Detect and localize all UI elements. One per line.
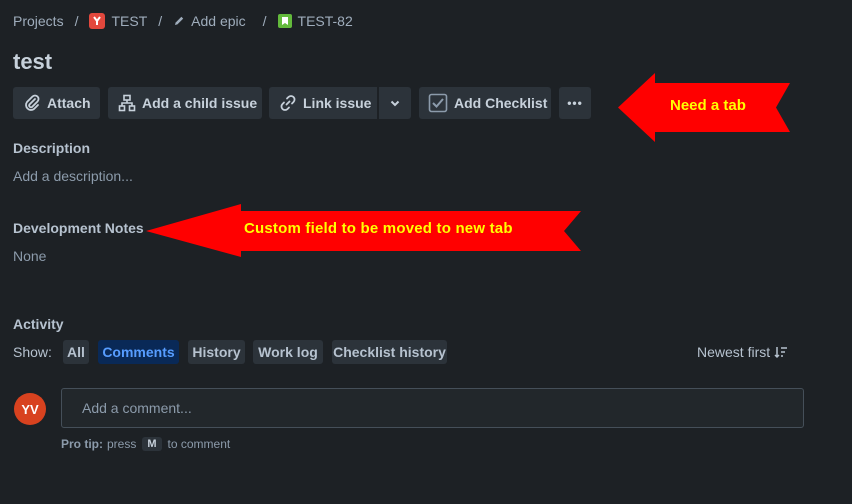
description-label: Description <box>13 140 91 156</box>
show-label: Show: <box>13 344 52 360</box>
add-child-issue-button[interactable]: Add a child issue <box>108 87 262 119</box>
breadcrumb-issue[interactable]: TEST-82 <box>277 13 353 29</box>
paperclip-icon <box>25 94 40 111</box>
more-actions-button[interactable]: ••• <box>559 87 591 119</box>
breadcrumb-epic-label: Add epic <box>191 13 246 29</box>
link-issue-dropdown[interactable] <box>379 87 411 119</box>
filter-all[interactable]: All <box>63 340 89 364</box>
breadcrumb-separator: / <box>262 13 267 29</box>
chevron-down-icon <box>390 100 400 107</box>
sort-toggle[interactable]: Newest first <box>697 344 788 360</box>
checklist-icon <box>428 93 448 113</box>
add-child-label: Add a child issue <box>142 95 258 111</box>
pro-tip-suffix: to comment <box>167 437 231 451</box>
dev-notes-value[interactable]: None <box>13 248 46 264</box>
filter-comments[interactable]: Comments <box>98 340 179 364</box>
filter-history[interactable]: History <box>188 340 245 364</box>
annotation-tab-note: Need a tab <box>670 97 746 114</box>
breadcrumb: Projects / TEST / Add epic / TEST-82 <box>13 12 353 30</box>
link-issue-button[interactable]: Link issue <box>269 87 377 119</box>
link-icon <box>280 95 296 111</box>
breadcrumb-separator: / <box>158 13 163 29</box>
add-checklist-label: Add Checklist <box>454 95 548 111</box>
attach-label: Attach <box>47 95 91 111</box>
filter-checklist-history[interactable]: Checklist history <box>332 340 447 364</box>
attach-button[interactable]: Attach <box>13 87 100 119</box>
sort-icon <box>774 347 788 359</box>
add-checklist-button[interactable]: Add Checklist <box>419 87 551 119</box>
breadcrumb-separator: / <box>74 13 79 29</box>
issue-title[interactable]: test <box>13 49 52 75</box>
shortcut-key: M <box>142 437 162 451</box>
breadcrumb-add-epic[interactable]: Add epic <box>173 13 246 29</box>
description-placeholder[interactable]: Add a description... <box>13 168 133 184</box>
annotation-field-note: Custom field to be moved to new tab <box>244 220 513 237</box>
sort-label: Newest first <box>697 344 771 360</box>
breadcrumb-project-label: TEST <box>111 13 148 29</box>
breadcrumb-issue-key: TEST-82 <box>297 13 353 29</box>
avatar[interactable]: YV <box>14 393 46 425</box>
pro-tip: Pro tip: press M to comment <box>61 437 230 451</box>
pencil-icon <box>175 16 184 25</box>
filter-work-log[interactable]: Work log <box>253 340 323 364</box>
dev-notes-label: Development Notes <box>13 220 144 236</box>
story-icon <box>277 14 292 28</box>
link-issue-label: Link issue <box>303 95 372 111</box>
project-icon <box>89 13 106 29</box>
pro-tip-press: press <box>107 437 137 451</box>
comment-input[interactable]: Add a comment... <box>61 388 804 428</box>
pro-tip-prefix: Pro tip: <box>61 437 103 451</box>
breadcrumb-projects[interactable]: Projects <box>13 13 64 29</box>
activity-label: Activity <box>13 316 64 332</box>
hierarchy-icon <box>118 94 136 112</box>
breadcrumb-project[interactable]: TEST <box>89 13 147 29</box>
more-icon: ••• <box>567 96 583 110</box>
